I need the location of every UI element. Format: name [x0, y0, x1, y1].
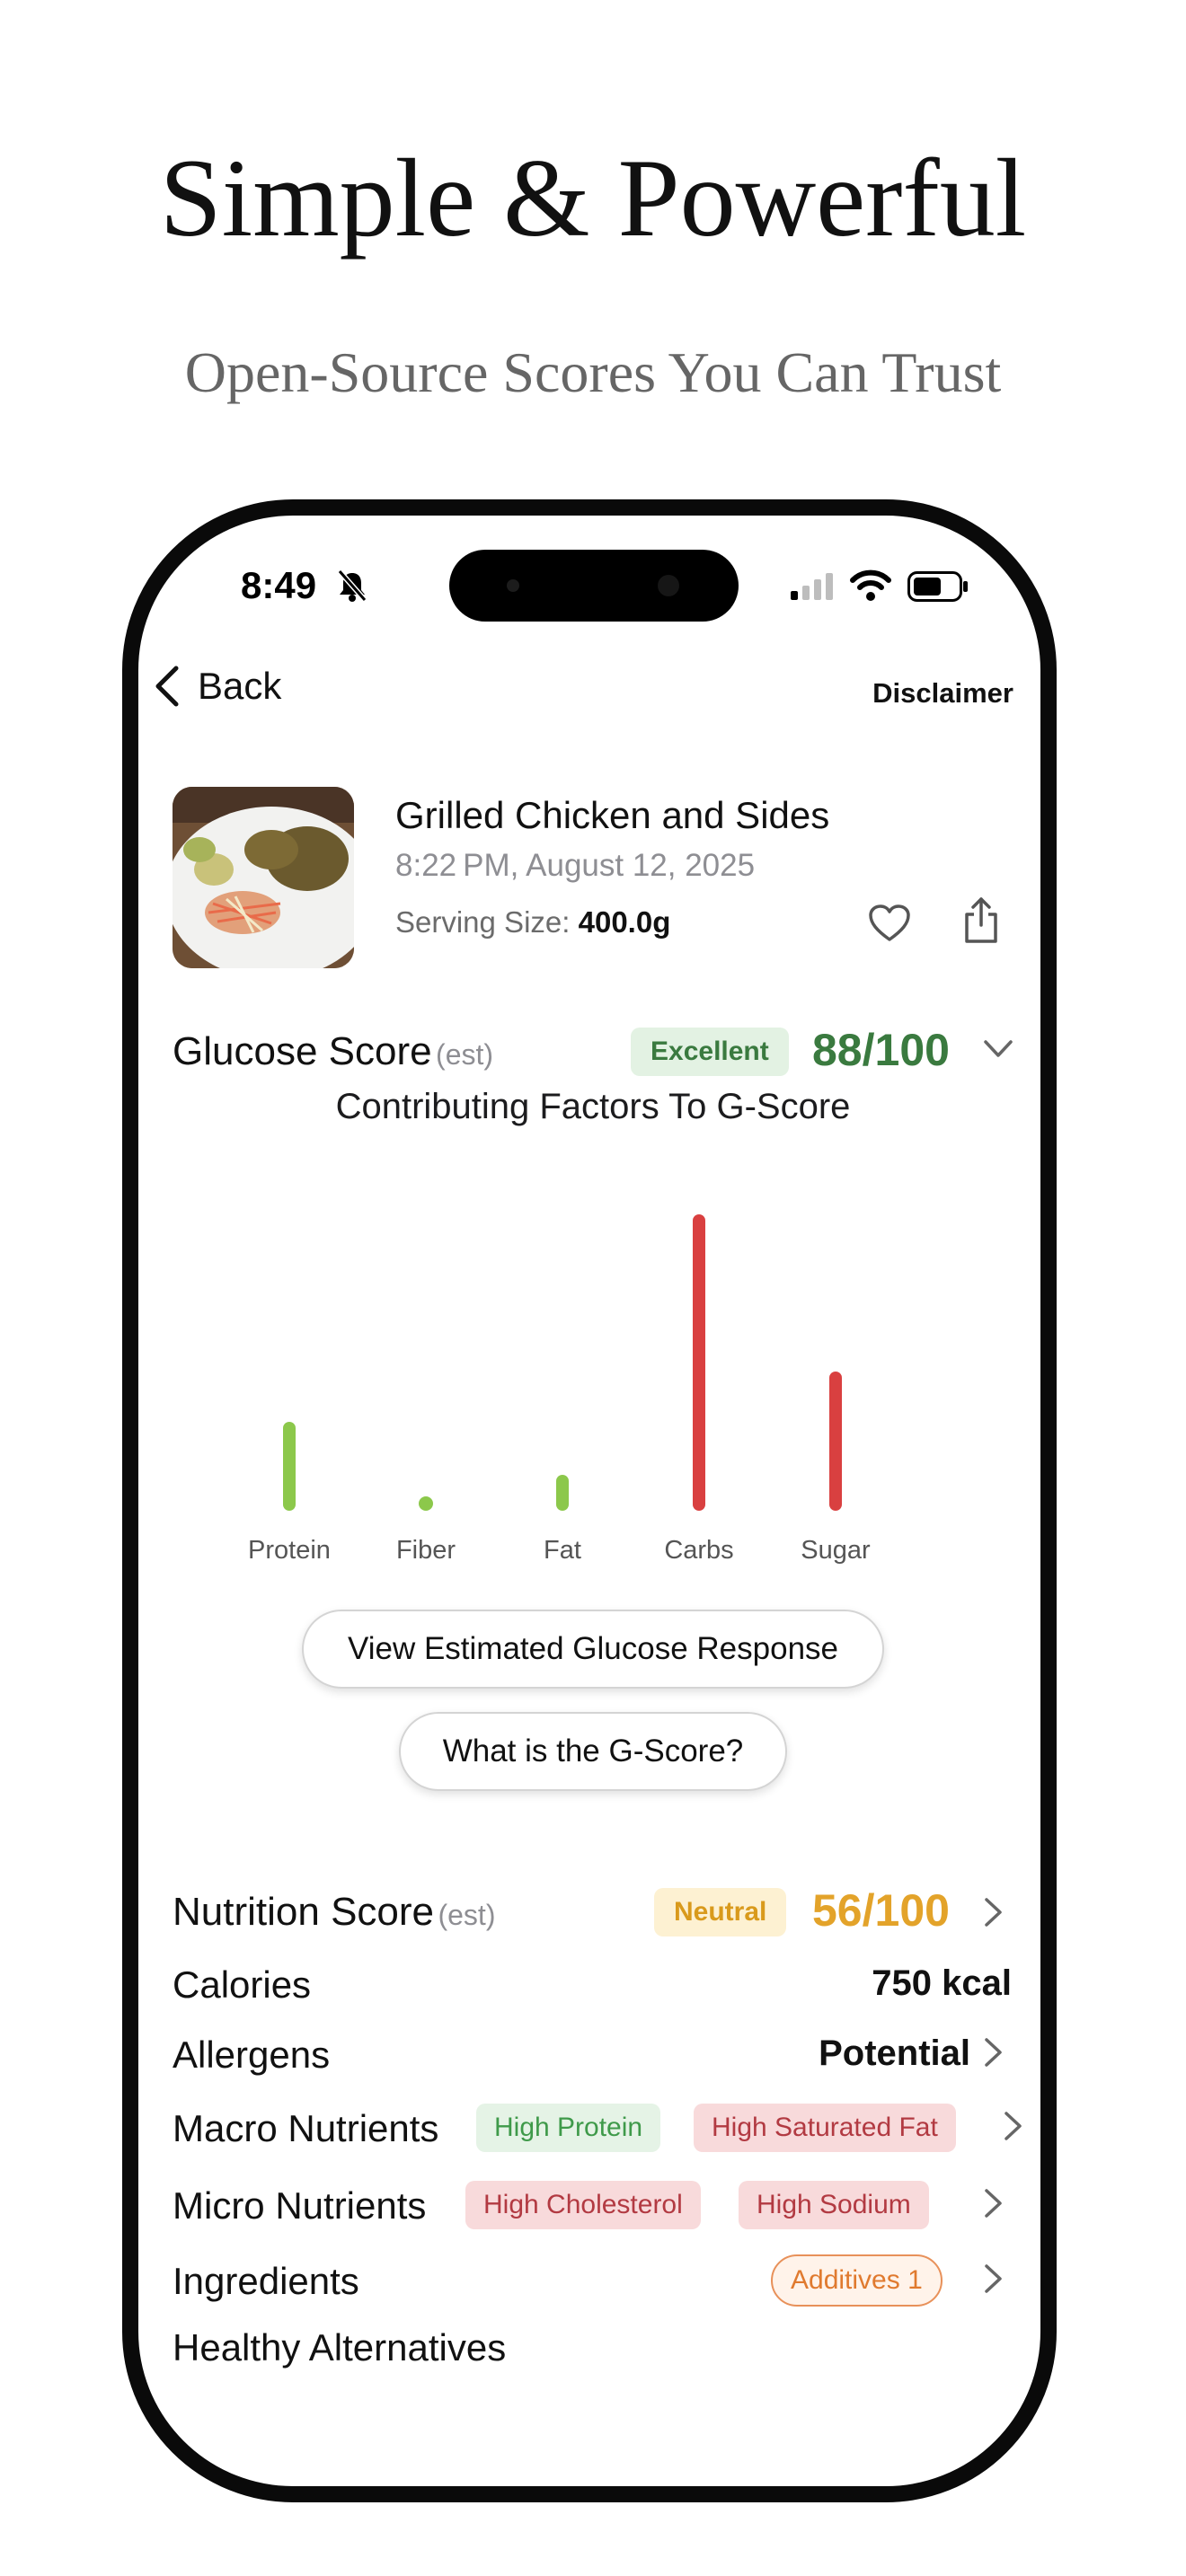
- bar-sugar: [829, 1372, 842, 1511]
- meal-photo: [173, 787, 354, 968]
- serving-size: Serving Size: 400.0g: [395, 905, 670, 940]
- status-time: 8:49: [241, 564, 317, 606]
- phone-frame: 8:49 Back Disclaimer Grilled Chicken and…: [122, 499, 1057, 2502]
- bar-label-sugar: Sugar: [801, 1536, 871, 1565]
- nutrition-rating-badge: Neutral: [654, 1888, 787, 1936]
- glucose-est-label: (est): [436, 1038, 494, 1071]
- share-icon[interactable]: [961, 896, 1001, 949]
- chevron-right-icon[interactable]: [983, 1897, 1005, 1932]
- bell-slash-icon: [334, 568, 370, 608]
- chevron-right-icon[interactable]: [983, 2263, 1005, 2298]
- glucose-score-title: Glucose Score: [173, 1029, 432, 1073]
- nutrition-score-value: 56/100: [812, 1885, 950, 1936]
- serving-label: Serving Size:: [395, 905, 571, 939]
- wifi-icon: [850, 569, 891, 606]
- tag-high-sodium: High Sodium: [739, 2181, 929, 2229]
- bar-fiber: [419, 1496, 433, 1511]
- bar-protein: [283, 1422, 296, 1511]
- battery-icon: [907, 571, 969, 606]
- view-glucose-response-button[interactable]: View Estimated Glucose Response: [302, 1610, 884, 1689]
- dynamic-island: [449, 550, 739, 622]
- glucose-score-value: 88/100: [812, 1025, 950, 1075]
- calories-value: 750 kcal: [872, 1963, 1012, 2003]
- tag-high-cholesterol: High Cholesterol: [465, 2181, 701, 2229]
- macro-nutrients-label[interactable]: Macro Nutrients: [173, 2107, 438, 2150]
- glucose-score-heading: Glucose Score (est): [173, 1029, 493, 1074]
- bar-label-protein: Protein: [248, 1536, 331, 1565]
- app-screen: 8:49 Back Disclaimer Grilled Chicken and…: [138, 516, 1040, 2486]
- healthy-alternatives-label[interactable]: Healthy Alternatives: [173, 2326, 506, 2369]
- chevron-right-icon[interactable]: [983, 2188, 1005, 2223]
- chevron-right-icon[interactable]: [1003, 2111, 1024, 2146]
- chart-title: Contributing Factors To G-Score: [335, 1087, 851, 1126]
- glucose-rating-badge: Excellent: [631, 1028, 789, 1076]
- tag-high-protein: High Protein: [476, 2104, 661, 2152]
- tag-additives: Additives 1: [771, 2254, 943, 2307]
- nutrition-est-label: (est): [438, 1899, 496, 1931]
- allergens-label[interactable]: Allergens: [173, 2033, 330, 2077]
- meal-datetime: 8:22 PM, August 12, 2025: [395, 848, 756, 883]
- disclaimer-link[interactable]: Disclaimer: [872, 677, 1013, 710]
- serving-value: 400.0g: [578, 905, 671, 939]
- subheadline: Open-Source Scores You Can Trust: [184, 340, 1002, 404]
- bar-fat: [556, 1475, 569, 1511]
- back-label: Back: [198, 665, 282, 707]
- meal-title: Grilled Chicken and Sides: [395, 794, 830, 836]
- what-is-gscore-button[interactable]: What is the G-Score?: [399, 1712, 787, 1791]
- calories-label: Calories: [173, 1963, 312, 2006]
- nutrition-score-title: Nutrition Score: [173, 1890, 435, 1934]
- bar-label-fat: Fat: [544, 1536, 581, 1565]
- tag-high-saturated-fat: High Saturated Fat: [694, 2104, 956, 2152]
- chevron-left-icon: [155, 666, 179, 707]
- chevron-down-icon[interactable]: [983, 1038, 1013, 1064]
- headline: Simple & Powerful: [159, 137, 1027, 260]
- bar-label-fiber: Fiber: [395, 1536, 456, 1565]
- back-button[interactable]: Back: [153, 665, 281, 708]
- chevron-right-icon[interactable]: [983, 2037, 1005, 2072]
- allergens-value[interactable]: Potential: [819, 2033, 970, 2074]
- micro-nutrients-label[interactable]: Micro Nutrients: [173, 2184, 426, 2228]
- nutrition-score-heading: Nutrition Score (est): [173, 1890, 495, 1935]
- cellular-signal-icon: [791, 573, 834, 604]
- ingredients-label[interactable]: Ingredients: [173, 2260, 359, 2303]
- heart-icon[interactable]: [868, 904, 911, 948]
- bar-carbs: [693, 1214, 705, 1511]
- bar-label-carbs: Carbs: [664, 1536, 734, 1565]
